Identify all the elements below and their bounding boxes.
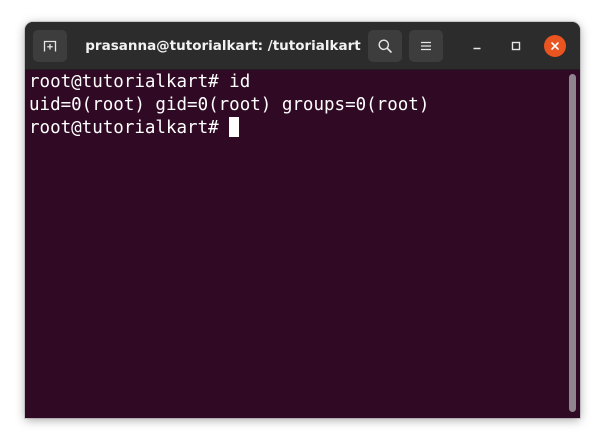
text-cursor — [229, 117, 240, 137]
maximize-button[interactable] — [505, 35, 527, 57]
new-tab-button[interactable] — [33, 30, 67, 62]
terminal-output-area[interactable]: root@tutorialkart# id uid=0(root) gid=0(… — [25, 70, 580, 418]
minimize-button[interactable] — [466, 35, 488, 57]
terminal-window: prasanna@tutorialkart: /tutorialkart roo… — [25, 22, 580, 418]
terminal-line: root@tutorialkart# id — [29, 72, 251, 92]
maximize-icon — [511, 41, 521, 51]
hamburger-menu-icon — [421, 41, 431, 51]
title-bar[interactable]: prasanna@tutorialkart: /tutorialkart — [25, 22, 580, 70]
close-button[interactable] — [544, 35, 566, 57]
search-icon — [378, 39, 392, 53]
window-title: prasanna@tutorialkart: /tutorialkart — [85, 38, 361, 54]
close-icon — [551, 42, 559, 50]
new-tab-icon — [43, 40, 57, 52]
minimize-icon — [473, 47, 481, 50]
search-button[interactable] — [368, 30, 402, 62]
menu-button[interactable] — [409, 30, 443, 62]
terminal-line: uid=0(root) gid=0(root) groups=0(root) — [29, 95, 430, 115]
scrollbar[interactable] — [569, 74, 576, 412]
terminal-prompt: root@tutorialkart# — [29, 118, 230, 138]
terminal-prompt-line: root@tutorialkart# — [29, 117, 240, 140]
